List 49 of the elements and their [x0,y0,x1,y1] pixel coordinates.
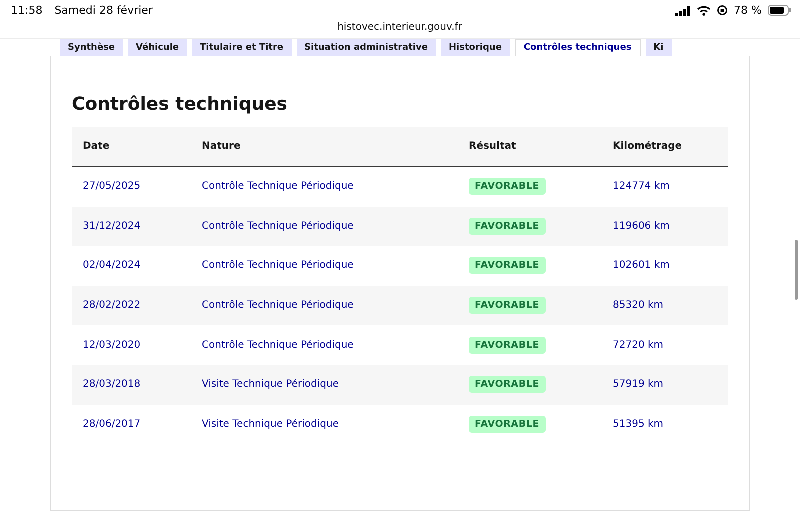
tab[interactable]: Véhicule [128,39,188,56]
nature-cell: Visite Technique Périodique [202,379,339,390]
result-badge: FAVORABLE [469,297,546,314]
signal-icon [675,6,692,16]
wifi-icon [697,6,712,16]
result-badge: FAVORABLE [469,178,546,196]
date-cell: 02/04/2024 [83,260,141,272]
battery-percentage: 78 % [734,4,762,17]
nature-cell: Contrôle Technique Périodique [202,340,354,351]
result-badge: FAVORABLE [469,416,546,433]
date-cell: 27/05/2025 [83,181,141,192]
status-time: 11:58 [11,4,43,17]
nature-cell: Contrôle Technique Périodique [202,260,354,272]
nature-cell: Contrôle Technique Périodique [202,181,354,192]
date-cell: 12/03/2020 [83,340,141,351]
tab[interactable]: Situation administrative [296,39,436,56]
tab[interactable]: Contrôles techniques [514,39,641,56]
mileage-cell: 57919 km [613,379,664,390]
nature-cell: Visite Technique Périodique [202,418,339,430]
date-cell: 31/12/2024 [83,220,141,232]
result-badge: FAVORABLE [469,376,546,394]
mileage-cell: 119606 km [613,220,670,232]
rotation-lock-icon [717,5,728,16]
column-header: Résultat [469,141,516,152]
nature-cell: Contrôle Technique Périodique [202,220,354,232]
tab[interactable]: Synthèse [60,39,124,56]
status-date: Samedi 28 février [54,4,153,17]
date-cell: 28/03/2018 [83,379,141,390]
date-cell: 28/06/2017 [83,418,141,430]
mileage-cell: 102601 km [613,260,670,272]
section-title: Contrôles techniques [72,94,288,115]
mileage-cell: 124774 km [613,181,670,192]
result-badge: FAVORABLE [469,257,546,274]
scrollbar[interactable] [795,240,798,300]
result-badge: FAVORABLE [469,218,546,235]
column-header: Kilométrage [613,141,682,152]
nature-cell: Contrôle Technique Périodique [202,300,354,312]
battery-icon [768,5,792,16]
tab[interactable]: Ki [646,39,672,56]
result-badge: FAVORABLE [469,336,546,354]
tab[interactable]: Titulaire et Titre [192,39,292,56]
mileage-cell: 72720 km [613,340,664,351]
date-cell: 28/02/2022 [83,300,141,312]
address-bar-url[interactable]: histovec.interieur.gouv.fr [338,21,462,35]
mileage-cell: 51395 km [613,418,664,430]
mileage-cell: 85320 km [613,300,664,312]
tab[interactable]: Historique [440,39,510,56]
column-header: Nature [202,141,241,152]
column-header: Date [83,141,110,152]
